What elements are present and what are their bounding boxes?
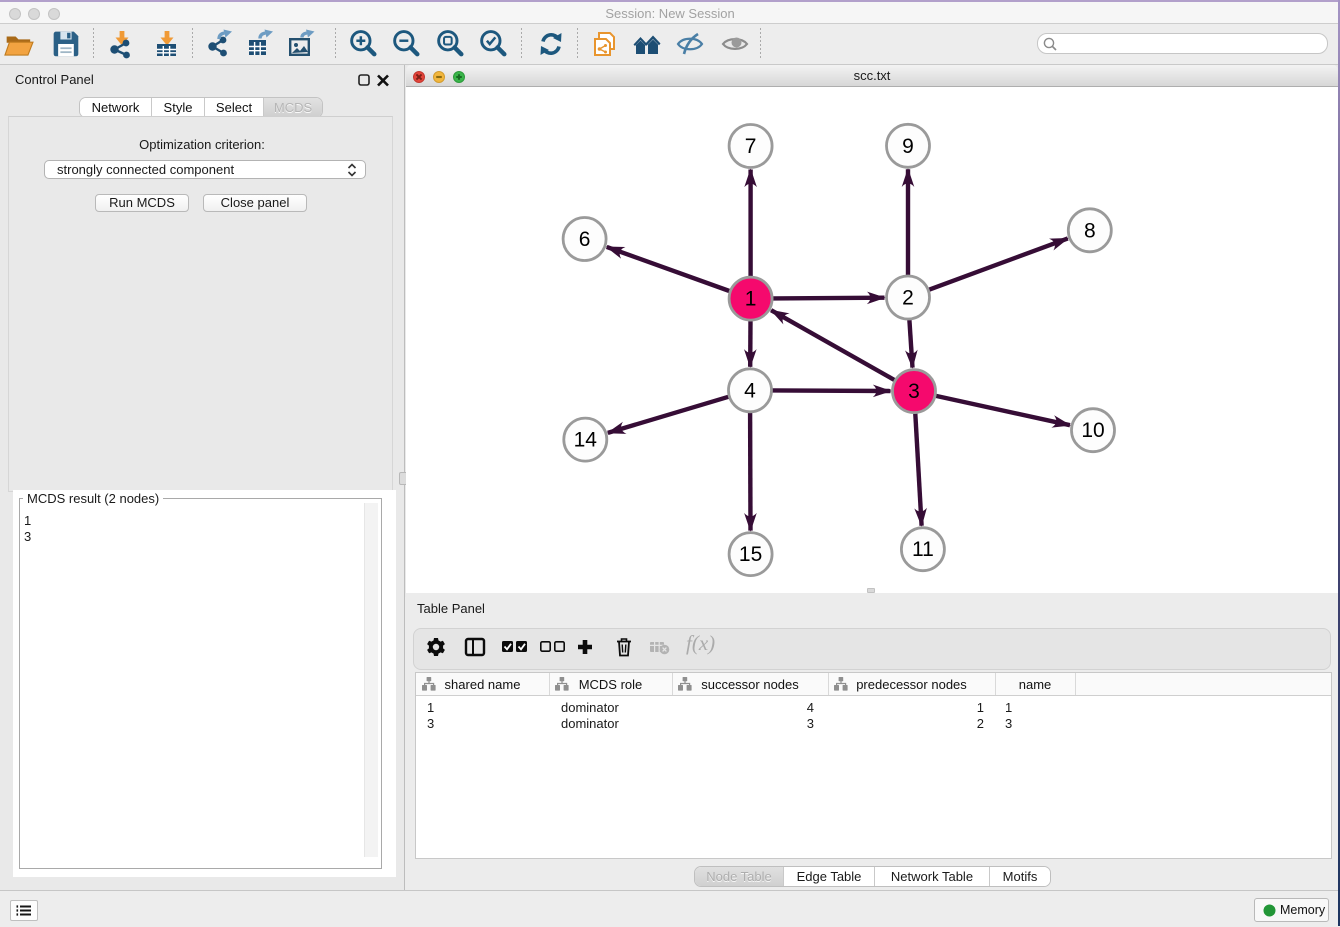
svg-text:10: 10	[1081, 419, 1104, 442]
svg-text:14: 14	[574, 429, 598, 452]
svg-text:4: 4	[744, 379, 756, 402]
svg-text:7: 7	[745, 135, 757, 158]
svg-text:11: 11	[912, 538, 934, 561]
svg-text:1: 1	[745, 288, 757, 311]
svg-text:8: 8	[1084, 219, 1096, 242]
svg-text:9: 9	[902, 135, 914, 158]
svg-text:2: 2	[902, 287, 914, 310]
svg-text:15: 15	[739, 543, 762, 566]
svg-text:6: 6	[579, 228, 591, 251]
svg-text:3: 3	[908, 380, 920, 403]
